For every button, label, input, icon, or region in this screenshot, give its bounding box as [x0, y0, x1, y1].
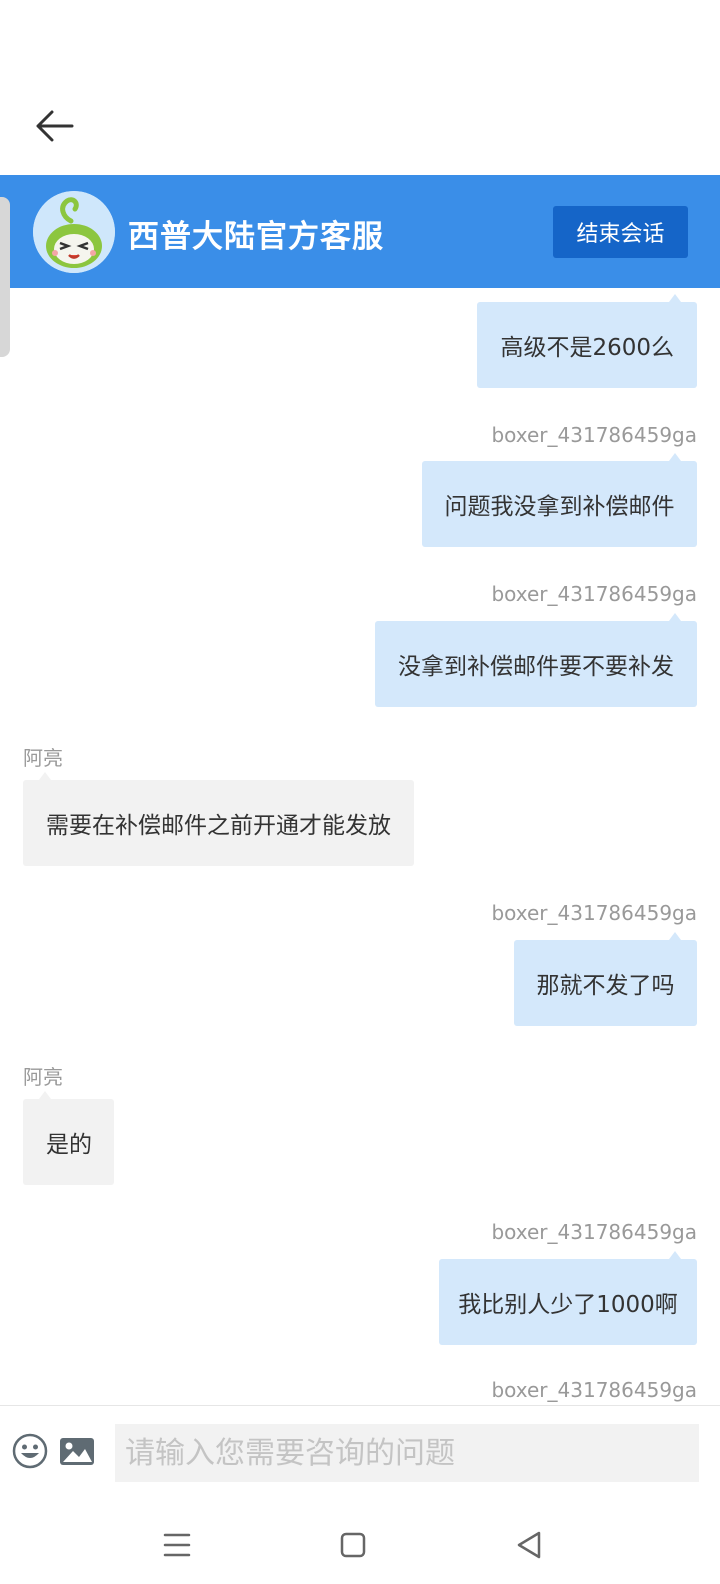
message-bubble-user: 我比别人少了1000啊	[439, 1251, 697, 1345]
triangle-back-icon	[517, 1531, 541, 1559]
message-bubble-agent: 是的	[23, 1091, 114, 1185]
message-bubble-user: 没拿到补偿邮件要不要补发	[375, 613, 697, 707]
nav-menu-button[interactable]	[155, 1523, 199, 1567]
message-bubble-agent: 需要在补偿邮件之前开通才能发放	[23, 772, 414, 866]
message-text: 那就不发了吗	[536, 973, 675, 999]
message-text: 我比别人少了1000啊	[458, 1292, 678, 1318]
smiley-icon	[12, 1433, 48, 1469]
menu-lines-icon	[163, 1533, 191, 1557]
message-text: 问题我没拿到补偿邮件	[444, 494, 675, 520]
back-button[interactable]	[28, 100, 80, 152]
message-sender: 阿亮	[23, 746, 63, 770]
message-sender: boxer_431786459ga	[491, 1378, 697, 1402]
message-text: 高级不是2600么	[500, 335, 674, 361]
message-sender: boxer_431786459ga	[491, 582, 697, 606]
page-title: 西普大陆官方客服	[128, 219, 384, 255]
arrow-left-icon	[36, 110, 74, 142]
message-text: 没拿到补偿邮件要不要补发	[398, 654, 674, 680]
square-home-icon	[340, 1532, 366, 1558]
nav-home-button[interactable]	[331, 1523, 375, 1567]
message-sender: boxer_431786459ga	[491, 901, 697, 925]
message-text: 需要在补偿邮件之前开通才能发放	[46, 813, 391, 839]
image-icon	[60, 1438, 94, 1465]
avatar	[33, 191, 115, 273]
message-text: 是的	[46, 1132, 92, 1158]
nav-back-button[interactable]	[507, 1523, 551, 1567]
input-bar	[0, 1405, 720, 1506]
message-bubble-user: 高级不是2600么	[477, 294, 697, 388]
message-list[interactable]: 高级不是2600么 boxer_431786459ga 问题我没拿到补偿邮件 b…	[0, 288, 720, 1406]
edge-panel-handle[interactable]	[0, 197, 10, 357]
chat-header: 西普大陆官方客服 结束会话	[0, 175, 720, 288]
mascot-avatar-icon	[33, 191, 115, 273]
image-upload-button[interactable]	[58, 1433, 98, 1471]
message-sender: boxer_431786459ga	[491, 1220, 697, 1244]
message-input[interactable]	[115, 1424, 699, 1482]
message-sender: 阿亮	[23, 1065, 63, 1089]
system-nav-bar	[0, 1505, 720, 1584]
message-bubble-user: 那就不发了吗	[514, 932, 697, 1026]
end-session-button[interactable]: 结束会话	[553, 206, 688, 258]
message-bubble-user: 问题我没拿到补偿邮件	[422, 453, 697, 547]
emoji-button[interactable]	[12, 1433, 50, 1471]
message-sender: boxer_431786459ga	[491, 423, 697, 447]
